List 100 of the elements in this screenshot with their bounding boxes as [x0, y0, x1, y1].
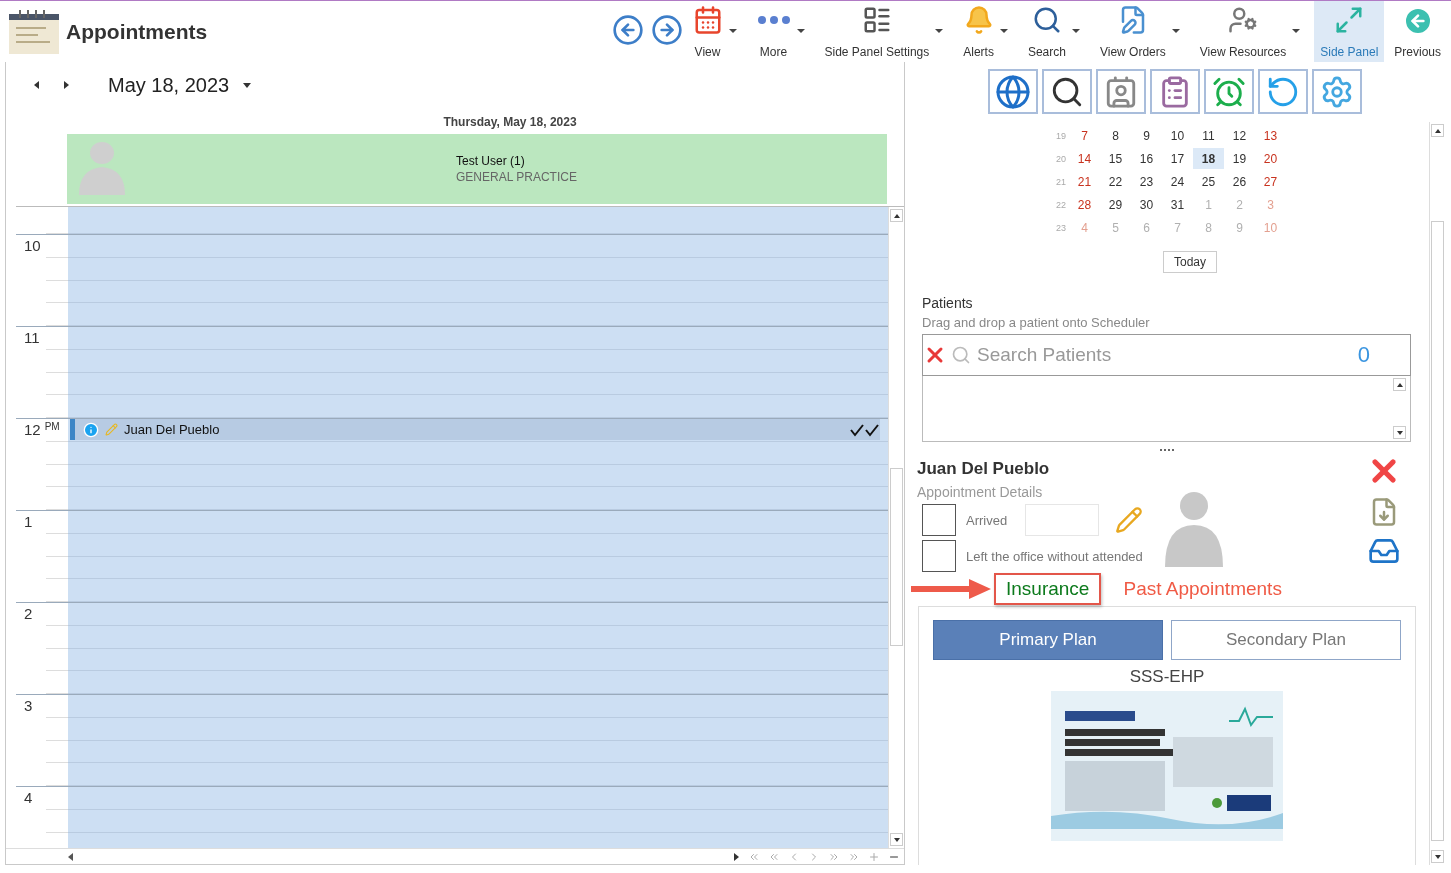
patients-hint: Drag and drop a patient onto Scheduler	[922, 315, 1151, 330]
contact-card-icon	[1104, 74, 1138, 109]
calendar-day[interactable]: 7	[1069, 125, 1100, 146]
week-number: 22	[1055, 199, 1067, 210]
calendar-day[interactable]: 18	[1193, 148, 1224, 169]
caret-icon[interactable]	[796, 29, 805, 33]
meridiem-label: PM	[44, 421, 60, 432]
details-subtitle: Appointment Details	[917, 484, 1044, 500]
calendar-day[interactable]: 19	[1224, 148, 1255, 169]
calendar-day[interactable]: 21	[1069, 171, 1100, 192]
calendar-day[interactable]: 28	[1069, 194, 1100, 215]
double-check-icon	[850, 422, 880, 437]
calendar-day[interactable]: 12	[1224, 125, 1255, 146]
caret-icon[interactable]	[728, 29, 737, 33]
calendar-day[interactable]: 8	[1100, 125, 1131, 146]
patient-silhouette-icon	[1163, 491, 1225, 569]
calendar-day[interactable]: 13	[1255, 125, 1286, 146]
network-button[interactable]	[988, 69, 1038, 114]
hour-label: 1	[24, 513, 33, 530]
hour-label: 3	[24, 697, 33, 714]
refresh-button[interactable]	[1258, 69, 1308, 114]
calendar-day[interactable]: 20	[1255, 148, 1286, 169]
patient-count: 0	[1357, 342, 1370, 368]
previous-icon[interactable]	[34, 81, 40, 89]
clipboard-button[interactable]	[1150, 69, 1200, 114]
more-icon	[756, 15, 791, 25]
calendar-day[interactable]: 16	[1131, 148, 1162, 169]
scroll-left-icon[interactable]	[68, 852, 74, 861]
time-field[interactable]	[1025, 504, 1100, 536]
calendar-icon	[692, 5, 723, 35]
pencil-icon	[105, 423, 118, 437]
calendar-day[interactable]: 15	[1100, 148, 1131, 169]
caret-icon[interactable]	[1071, 29, 1080, 33]
caret-icon[interactable]	[935, 29, 944, 33]
settings-button[interactable]	[1312, 69, 1362, 114]
date-picker[interactable]: May 18, 2023	[108, 73, 252, 97]
hour-label: 10	[24, 237, 41, 254]
info-icon	[83, 421, 99, 438]
scrollbar[interactable]	[888, 207, 904, 848]
checkbox[interactable]	[922, 540, 956, 572]
globe-icon	[995, 73, 1031, 110]
user-icon	[1228, 5, 1258, 35]
calendar-day[interactable]: 22	[1100, 171, 1131, 192]
calendar-day[interactable]: 24	[1162, 171, 1193, 192]
resource-name: Test User (1)	[456, 154, 526, 168]
calendar-day[interactable]: 31	[1162, 194, 1193, 215]
caret-icon[interactable]	[999, 29, 1008, 33]
patients-title: Patients	[922, 295, 974, 311]
plan-name: SSS-EHP	[1129, 667, 1205, 687]
toolbar-button[interactable]: More	[750, 1, 797, 62]
hour-label: 4	[24, 789, 33, 806]
checkbox-label: Arrived	[966, 512, 1008, 528]
scrollbar[interactable]	[1429, 122, 1445, 865]
tab[interactable]: Insurance	[994, 573, 1102, 605]
hour-label: 2	[24, 605, 33, 622]
toolbar-button[interactable]: View Orders	[1093, 1, 1172, 62]
calendar-day[interactable]: 23	[1131, 171, 1162, 192]
toolbar-button[interactable]: View	[686, 1, 729, 62]
calendar-book-icon	[8, 7, 60, 56]
calendar-day[interactable]: 10	[1162, 125, 1193, 146]
plan-button[interactable]: Secondary Plan	[1171, 620, 1401, 660]
week-number: 20	[1055, 153, 1067, 164]
search-icon	[951, 345, 971, 365]
plan-button[interactable]: Primary Plan	[933, 620, 1163, 660]
toolbar-button[interactable]: Alerts	[957, 1, 1000, 62]
week-number: 23	[1055, 222, 1067, 233]
calendar-day[interactable]: 25	[1193, 171, 1224, 192]
toolbar-button[interactable]: Previous	[1388, 1, 1447, 62]
appointment-title: Juan Del Pueblo	[124, 422, 220, 438]
calendar-day[interactable]: 11	[1193, 125, 1224, 146]
patient-name: Juan Del Pueblo	[917, 459, 1051, 479]
checkbox[interactable]	[922, 504, 956, 536]
toolbar-button[interactable]: Side Panel	[1314, 1, 1385, 62]
search-button[interactable]	[1042, 69, 1092, 114]
caret-icon[interactable]	[1171, 29, 1180, 33]
calendar-day[interactable]: 26	[1224, 171, 1255, 192]
checkbox-label: Left the office without attended	[966, 548, 1143, 564]
day-header: Thursday, May 18, 2023	[442, 114, 578, 131]
calendar-day[interactable]: 29	[1100, 194, 1131, 215]
toolbar-button[interactable]: Search	[1021, 1, 1072, 62]
toolbar-button[interactable]: View Resources	[1193, 1, 1293, 62]
calendar-day[interactable]: 17	[1162, 148, 1193, 169]
toolbar-button[interactable]: Side Panel Settings	[818, 1, 936, 62]
caret-icon[interactable]	[243, 82, 252, 88]
alarm-clock-button[interactable]	[1204, 69, 1254, 114]
caret-icon[interactable]	[1292, 29, 1301, 33]
week-number: 19	[1055, 130, 1067, 141]
settings-icon	[1320, 74, 1354, 109]
app-title: Appointments	[66, 19, 208, 44]
today-button[interactable]: Today	[1163, 251, 1217, 273]
hour-label: 11	[24, 329, 40, 346]
hour-label: 12	[24, 421, 41, 438]
next-icon[interactable]	[64, 81, 70, 89]
calendar-day[interactable]: 30	[1131, 194, 1162, 215]
resource-specialty: GENERAL PRACTICE	[456, 170, 577, 184]
week-number: 21	[1055, 176, 1067, 187]
calendar-day[interactable]: 9	[1131, 125, 1162, 146]
calendar-day[interactable]: 14	[1069, 148, 1100, 169]
calendar-day[interactable]: 27	[1255, 171, 1286, 192]
appointment[interactable]: Juan Del Pueblo	[70, 419, 880, 441]
